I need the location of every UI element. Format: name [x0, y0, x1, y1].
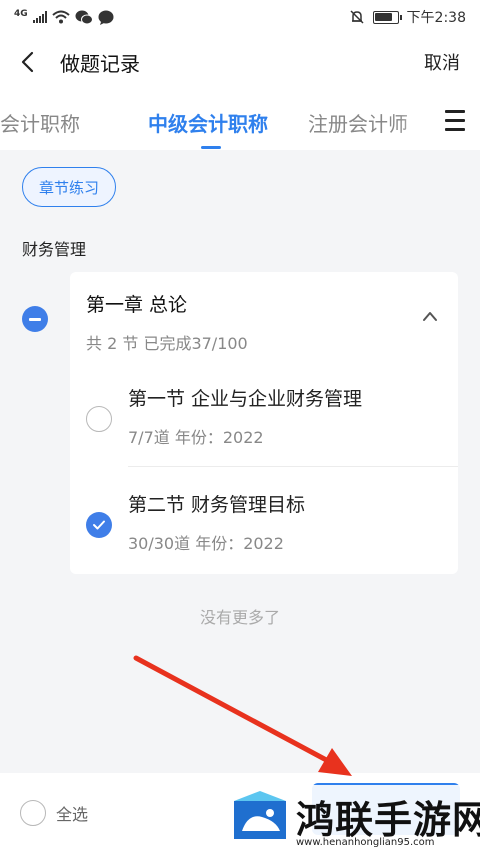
section-row[interactable]: 第二节 财务管理目标 30/30道 年份：2022 — [70, 468, 458, 576]
nav-bar: 做题记录 取消 — [0, 34, 480, 90]
select-all-toggle[interactable]: 全选 — [20, 800, 88, 826]
section-title: 第二节 财务管理目标 — [128, 494, 306, 516]
chat-icon — [98, 10, 114, 25]
chapter-subtitle: 共 2 节 已完成37/100 — [86, 334, 248, 353]
mute-icon — [350, 10, 364, 24]
select-all-label: 全选 — [56, 805, 89, 824]
subject-label: 财务管理 — [22, 240, 87, 259]
checkmark-icon — [93, 520, 105, 530]
status-bar: 4G 下午2:38 — [0, 0, 480, 34]
divider — [128, 466, 458, 467]
status-time: 下午2:38 — [406, 10, 466, 26]
unchecked-circle-icon[interactable] — [20, 800, 46, 826]
watermark-title: 鸿联手游网 — [296, 797, 480, 842]
watermark-url: www.henanhonglian95.com — [296, 837, 435, 848]
wifi-icon — [51, 10, 70, 24]
section-title: 第一节 企业与企业财务管理 — [128, 388, 363, 410]
battery-icon — [372, 10, 402, 24]
page-title: 做题记录 — [60, 51, 140, 76]
category-tabs: 级会计职称 中级会计职称 注册会计师 — [0, 90, 480, 150]
status-left: 4G — [14, 9, 114, 25]
tab-cpa[interactable]: 注册会计师 — [308, 108, 408, 137]
chevron-up-icon[interactable] — [422, 310, 438, 322]
unchecked-circle-icon[interactable] — [86, 406, 112, 432]
checked-circle-icon[interactable] — [86, 512, 112, 538]
chapter-header[interactable]: 第一章 总论 共 2 节 已完成37/100 — [70, 272, 458, 358]
chapter-practice-chip[interactable]: 章节练习 — [22, 167, 117, 207]
status-right: 下午2:38 — [349, 7, 466, 27]
section-row[interactable]: 第一节 企业与企业财务管理 7/7道 年份：2022 — [70, 362, 458, 470]
chapter-title: 第一章 总论 — [86, 294, 188, 316]
tab-intermediate-accounting[interactable]: 中级会计职称 — [148, 108, 268, 137]
watermark: 鸿联手游网 www.henanhonglian95.com — [226, 785, 480, 853]
section-meta: 7/7道 年份：2022 — [128, 428, 264, 447]
tab-junior-accounting[interactable]: 级会计职称 — [0, 108, 80, 137]
network-type-label: 4G — [14, 9, 28, 19]
signal-icon — [32, 11, 47, 23]
list-end-text: 没有更多了 — [199, 608, 280, 627]
menu-icon[interactable] — [430, 90, 480, 150]
wechat-icon — [75, 10, 93, 24]
logo-icon — [234, 791, 286, 839]
active-tab-indicator — [201, 146, 221, 149]
back-button[interactable] — [20, 47, 44, 77]
chapter-partial-select-icon[interactable] — [22, 306, 48, 332]
chapter-card: 第一章 总论 共 2 节 已完成37/100 第一节 企业与企业财务管理 7/7… — [70, 272, 458, 574]
cancel-button[interactable]: 取消 — [424, 49, 460, 75]
chevron-left-icon — [21, 51, 34, 73]
section-meta: 30/30道 年份：2022 — [128, 534, 284, 553]
